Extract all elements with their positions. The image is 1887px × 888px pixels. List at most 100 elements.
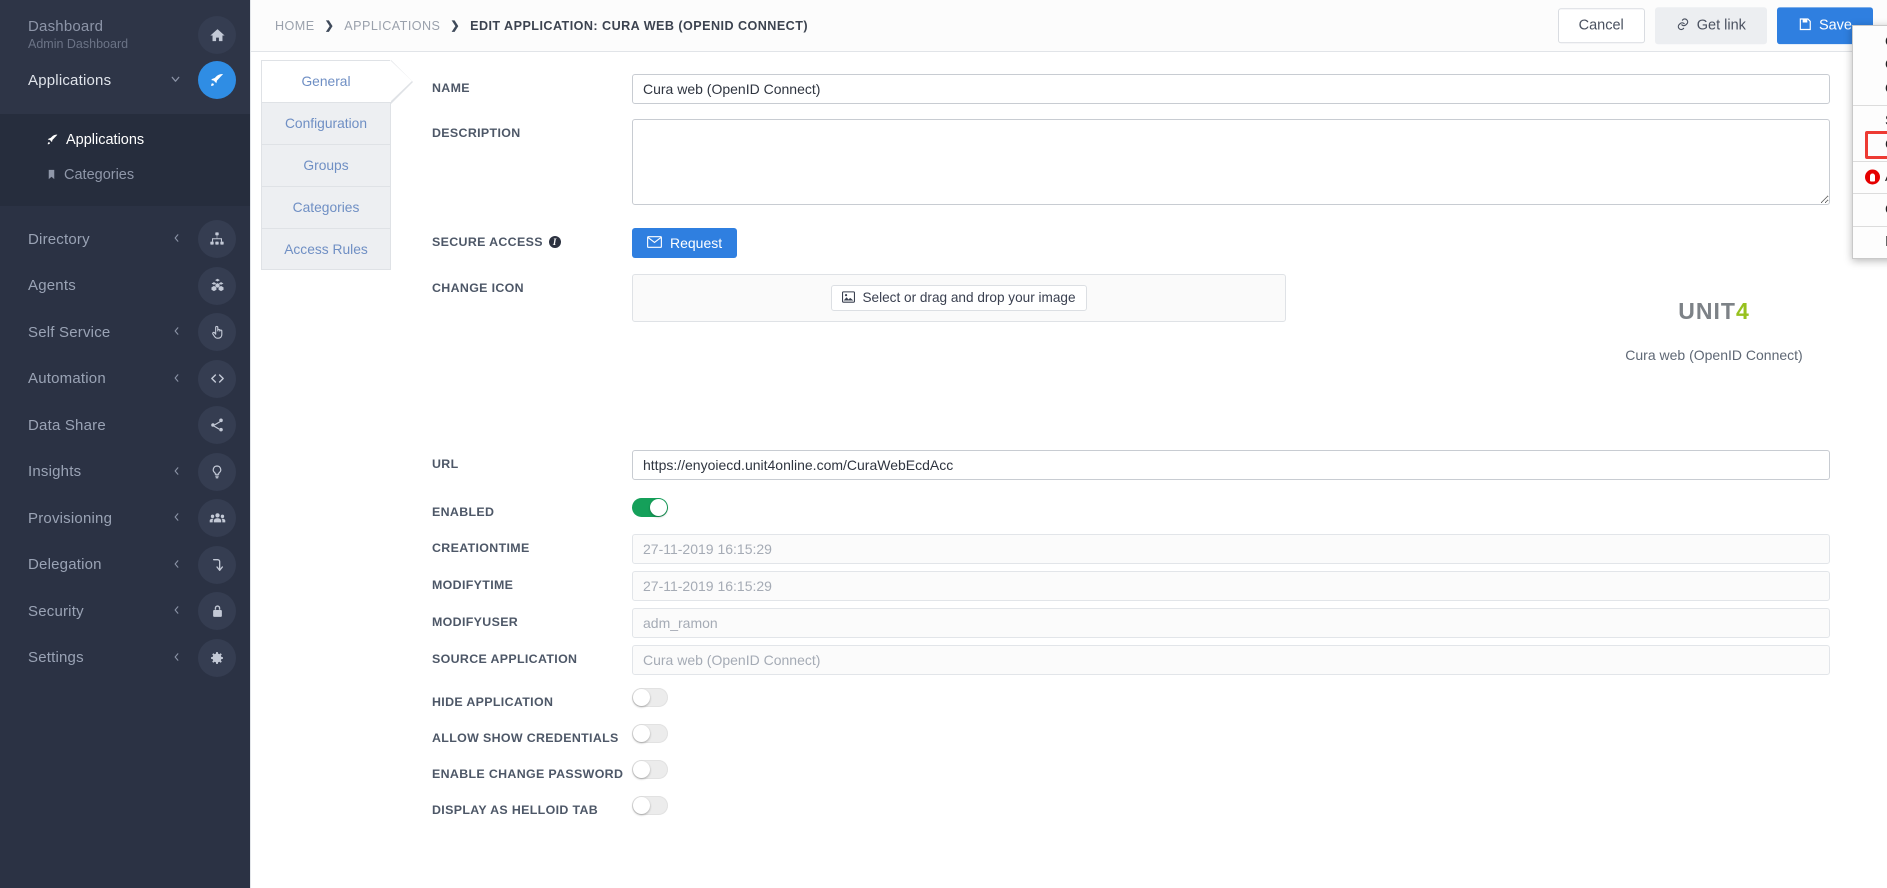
chevron-left-icon[interactable]	[171, 371, 182, 386]
cancel-button[interactable]: Cancel	[1557, 8, 1645, 43]
sidebar-item-data-share[interactable]: Data Share	[0, 402, 250, 449]
request-button[interactable]: Request	[632, 228, 738, 258]
sidebar-item-label: Settings	[28, 649, 84, 667]
field-row-name: NAME	[432, 74, 1887, 104]
chevron-left-icon[interactable]	[171, 464, 182, 479]
sidebar-item-automation[interactable]: Automation	[0, 356, 250, 403]
ctx-open-link-new-window[interactable]: Open link in new window	[1853, 54, 1887, 78]
tab-label: General	[301, 74, 351, 89]
ctx-adblock[interactable]: AdBlock — best ad blocker	[1853, 166, 1887, 190]
rocket-icon[interactable]	[198, 61, 236, 99]
sidebar-item-label: Delegation	[28, 556, 102, 574]
tab-configuration[interactable]: Configuration	[261, 102, 391, 144]
ctx-copy-link-address[interactable]: Copy link address	[1853, 131, 1887, 158]
sidebar-item-insights[interactable]: Insights	[0, 449, 250, 496]
chevron-left-icon[interactable]	[171, 232, 182, 247]
breadcrumb-applications[interactable]: APPLICATIONS	[344, 19, 440, 33]
chevron-left-icon[interactable]	[171, 650, 182, 665]
sidebar-item-security[interactable]: Security	[0, 588, 250, 635]
sidebar-item-dashboard[interactable]: Dashboard Admin Dashboard	[0, 14, 250, 56]
sitemap-icon[interactable]	[198, 220, 236, 259]
topbar: HOME ❯ APPLICATIONS ❯ EDIT APPLICATION: …	[251, 0, 1887, 52]
chevron-left-icon[interactable]	[171, 604, 182, 619]
menu-separator	[1853, 225, 1887, 227]
chevron-down-icon[interactable]	[169, 73, 182, 88]
ctx-open-link-new-tab[interactable]: Open link in new tab	[1853, 30, 1887, 54]
lock-icon[interactable]	[198, 592, 236, 631]
breadcrumb-home[interactable]: HOME	[275, 19, 315, 33]
sidebar-item-directory[interactable]: Directory	[0, 216, 250, 263]
url-input[interactable]	[632, 450, 1830, 480]
tab-access-rules[interactable]: Access Rules	[261, 228, 391, 270]
ctx-inspect[interactable]: Inspect Ctrl+Shift+	[1853, 231, 1887, 255]
hide-application-label: HIDE APPLICATION	[432, 695, 554, 709]
browser-context-menu: Open link in new tab Open link in new wi…	[1852, 25, 1887, 259]
select-image-button[interactable]: Select or drag and drop your image	[831, 285, 1087, 311]
sidebar-item-label: Data Share	[28, 416, 106, 434]
lightbulb-icon[interactable]	[198, 452, 236, 491]
sidebar-subitem-label: Applications	[66, 131, 145, 148]
modifytime-label: MODIFYTIME	[432, 578, 514, 592]
chevron-left-icon[interactable]	[171, 557, 182, 572]
sidebar-item-self-service[interactable]: Self Service	[0, 309, 250, 356]
gear-icon[interactable]	[198, 638, 236, 677]
sidebar-item-settings[interactable]: Settings	[0, 635, 250, 682]
topbar-actions: Cancel Get link Save	[1557, 6, 1873, 45]
sidebar-item-applications-sub[interactable]: Applications	[0, 122, 250, 157]
ctx-get-image-descriptions[interactable]: Get image descriptions from Google	[1853, 198, 1887, 222]
sidebar-item-label: Automation	[28, 370, 106, 388]
code-icon[interactable]	[198, 359, 236, 398]
users-icon[interactable]	[198, 499, 236, 538]
tab-label: Access Rules	[284, 241, 368, 257]
cubes-icon[interactable]	[198, 266, 236, 305]
sidebar-dashboard-label: Dashboard	[28, 18, 104, 35]
change-icon-label: CHANGE ICON	[432, 281, 524, 295]
field-row-hide-application: HIDE APPLICATION	[432, 688, 1887, 712]
sidebar-item-label: Security	[28, 602, 84, 620]
chevron-left-icon[interactable]	[171, 325, 182, 340]
tab-label: Configuration	[284, 116, 368, 131]
enabled-toggle[interactable]	[632, 498, 668, 517]
get-link-label: Get link	[1696, 17, 1746, 34]
sidebar-item-agents[interactable]: Agents	[0, 263, 250, 310]
creationtime-label: CREATIONTIME	[432, 541, 530, 555]
name-input[interactable]	[632, 74, 1830, 104]
modifytime-input	[632, 571, 1830, 601]
secure-access-label: SECURE ACCESS i	[432, 228, 632, 249]
sidebar-applications-label: Applications	[28, 71, 112, 89]
field-row-allow-show-credentials: ALLOW SHOW CREDENTIALS	[432, 724, 1887, 748]
tab-categories[interactable]: Categories	[261, 186, 391, 228]
bookmark-icon	[46, 168, 57, 181]
chevron-left-icon[interactable]	[171, 511, 182, 526]
arrow-turn-down-icon[interactable]	[198, 545, 236, 584]
menu-separator	[1853, 104, 1887, 106]
sidebar-item-label: Agents	[28, 277, 76, 295]
hide-application-toggle[interactable]	[632, 688, 668, 707]
field-row-enabled: ENABLED	[432, 498, 1887, 522]
enabled-label: ENABLED	[432, 505, 495, 519]
hand-pointer-icon[interactable]	[198, 313, 236, 352]
display-as-helloid-tab-toggle[interactable]	[632, 796, 668, 815]
enable-change-password-toggle[interactable]	[632, 760, 668, 779]
home-icon[interactable]	[198, 16, 236, 54]
info-icon[interactable]: i	[548, 236, 561, 248]
tab-label: Groups	[303, 158, 349, 173]
field-row-creationtime: CREATIONTIME	[432, 534, 1887, 564]
ctx-open-link-incognito[interactable]: Open link in incognito window	[1853, 77, 1887, 101]
sidebar-item-delegation[interactable]: Delegation	[0, 542, 250, 589]
sidebar-item-applications[interactable]: Applications	[0, 56, 250, 104]
description-textarea[interactable]	[632, 119, 1830, 205]
content: General Configuration Groups Categories …	[251, 52, 1887, 888]
sidebar-subnav: Applications Categories	[0, 114, 250, 206]
share-icon[interactable]	[198, 406, 236, 445]
tab-general[interactable]: General	[261, 60, 413, 104]
icon-dropzone[interactable]: Select or drag and drop your image	[632, 274, 1286, 322]
sidebar-subitem-label: Categories	[64, 166, 135, 183]
field-row-secure-access: SECURE ACCESS i Request	[432, 228, 1887, 258]
get-link-button[interactable]: Get link	[1654, 6, 1767, 45]
ctx-save-link-as[interactable]: Save link as...	[1853, 110, 1887, 134]
sidebar-item-categories[interactable]: Categories	[0, 157, 250, 192]
tab-groups[interactable]: Groups	[261, 144, 391, 186]
allow-show-credentials-toggle[interactable]	[632, 724, 668, 743]
sidebar-item-provisioning[interactable]: Provisioning	[0, 495, 250, 542]
